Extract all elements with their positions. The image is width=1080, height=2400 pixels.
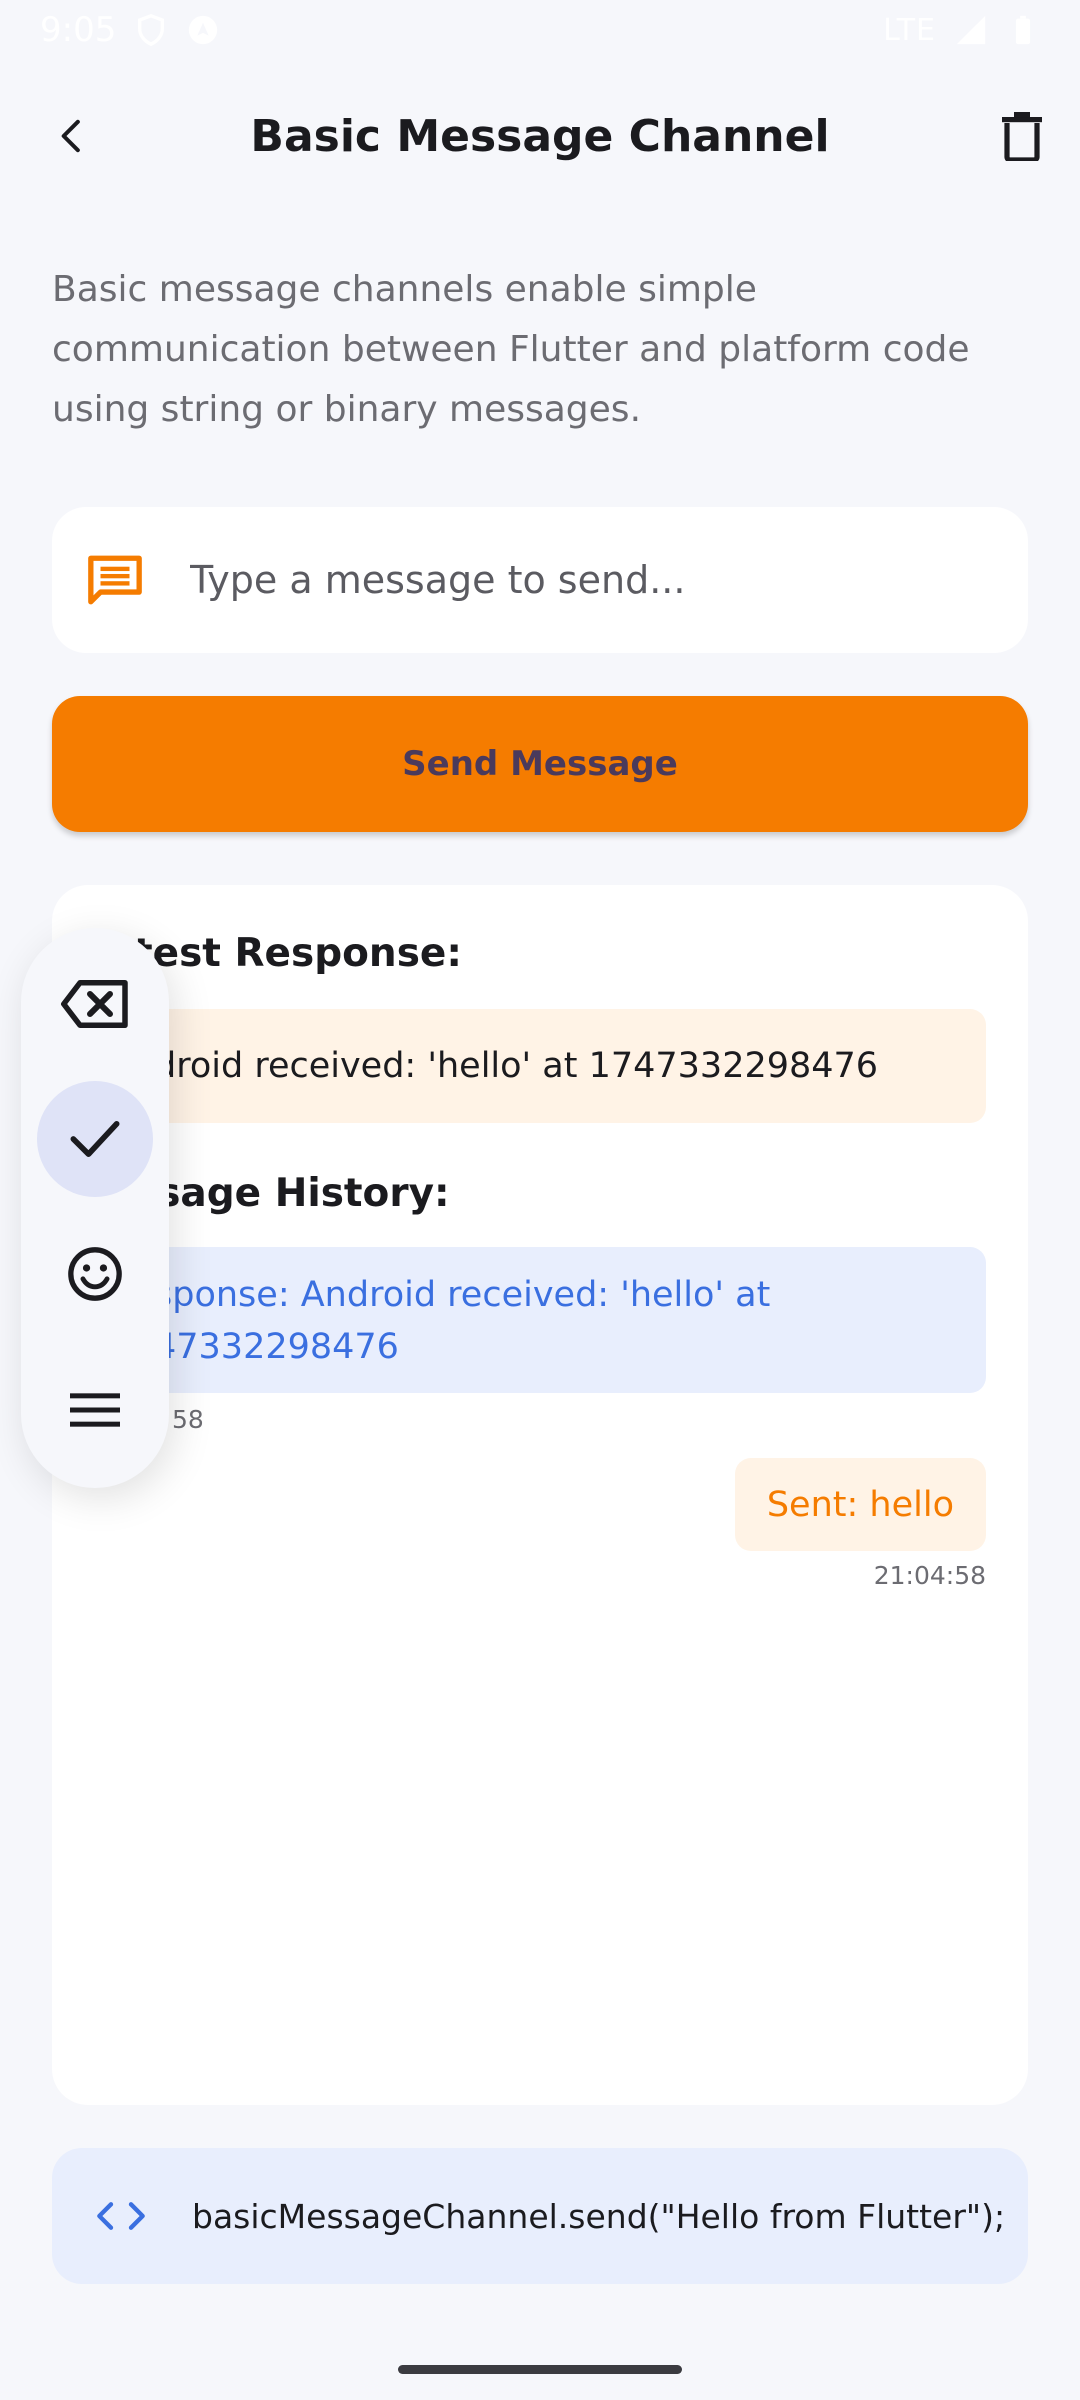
code-icon (96, 2190, 148, 2242)
shield-icon (138, 14, 165, 47)
check-button[interactable] (37, 1081, 153, 1197)
app-bar: Basic Message Channel (0, 80, 1080, 192)
history-received-time: 58 (172, 1405, 204, 1434)
message-input[interactable] (190, 558, 970, 602)
status-bar: 9:05 LTE (0, 0, 1080, 60)
send-message-button[interactable]: Send Message (52, 696, 1028, 832)
trash-icon (1002, 112, 1042, 161)
signal-icon (956, 15, 986, 45)
emoji-button[interactable] (37, 1216, 153, 1332)
back-button[interactable] (44, 108, 100, 164)
channel-description: Basic message channels enable simple com… (52, 269, 970, 430)
battery-icon (1015, 15, 1031, 45)
page-title: Basic Message Channel (250, 110, 830, 162)
menu-button[interactable] (37, 1352, 153, 1468)
latest-response-value: droid received: 'hello' at 1747332298476 (94, 1009, 986, 1123)
menu-icon (70, 1393, 120, 1427)
message-history-title: ssage History: (134, 1171, 450, 1216)
status-time: 9:05 (40, 10, 117, 50)
home-indicator[interactable] (398, 2365, 682, 2374)
history-sent-time: 21:04:58 (873, 1561, 986, 1590)
message-icon (86, 550, 146, 610)
code-snippet-text: basicMessageChannel.send("Hello from Flu… (192, 2196, 1006, 2236)
delete-button[interactable] (992, 106, 1052, 166)
history-received-message: sponse: Android received: 'hello' at 473… (94, 1247, 986, 1393)
message-input-card (52, 507, 1028, 653)
network-type: LTE (883, 12, 936, 48)
backspace-icon (61, 980, 128, 1028)
latest-response-title: test Response: (134, 931, 462, 976)
code-snippet-card: basicMessageChannel.send("Hello from Flu… (52, 2148, 1028, 2284)
location-icon (189, 15, 218, 45)
response-card: test Response: droid received: 'hello' a… (52, 885, 1028, 2105)
arrow-left-icon (61, 119, 80, 153)
status-right: LTE (883, 13, 1040, 48)
history-sent-message: Sent: hello (734, 1458, 986, 1551)
check-icon (70, 1121, 120, 1157)
emoji-icon (68, 1247, 122, 1301)
floating-keyboard-toolbar (21, 928, 169, 1488)
status-left: 9:05 (40, 10, 220, 50)
backspace-button[interactable] (37, 946, 153, 1062)
